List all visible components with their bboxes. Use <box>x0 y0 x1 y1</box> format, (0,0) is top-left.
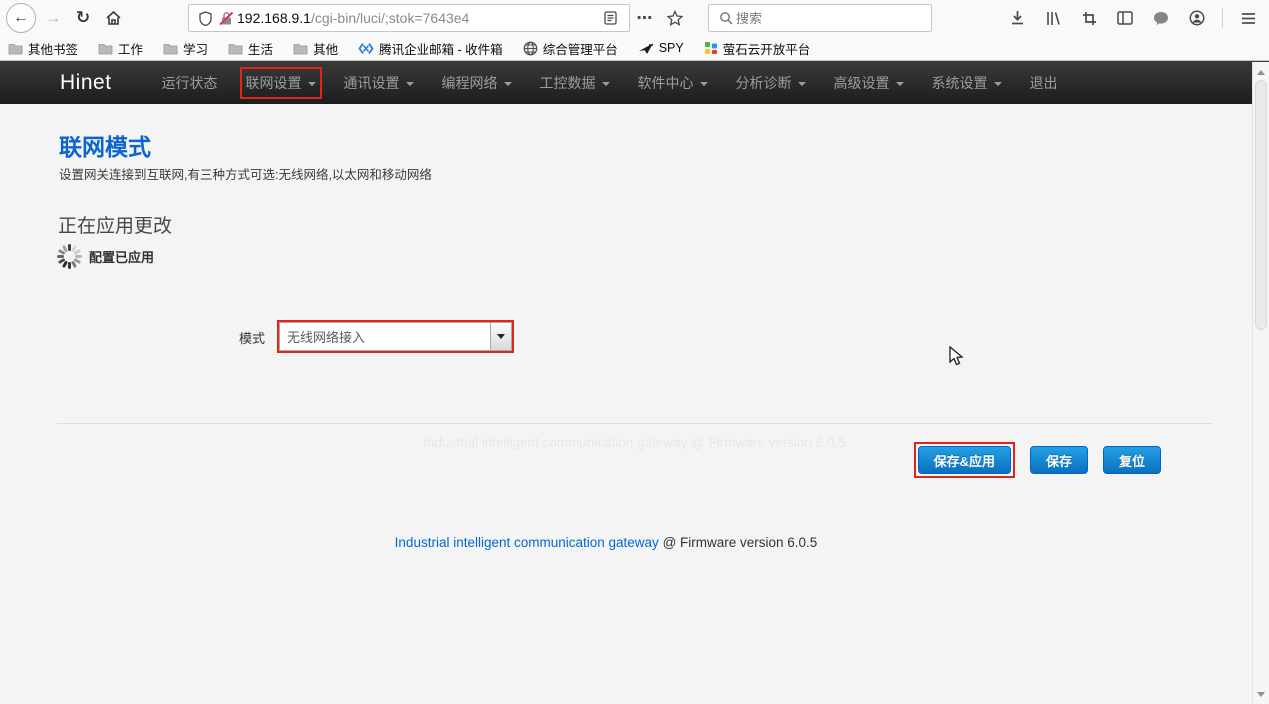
nav-item-system-settings[interactable]: 系统设置 <box>932 73 1002 93</box>
folder-icon <box>8 42 23 55</box>
chevron-down-icon <box>308 82 316 86</box>
bookmark-ezviz[interactable]: 萤石云开放平台 <box>704 39 811 58</box>
ezviz-grid-icon <box>704 41 718 55</box>
broken-lock-icon[interactable] <box>215 5 237 31</box>
bookmark-work[interactable]: 工作 <box>98 39 143 58</box>
page-footer: Industrial intelligent communication gat… <box>0 535 1212 550</box>
bookmark-misc[interactable]: 其他 <box>293 39 338 58</box>
bookmark-management-platform[interactable]: 综合管理平台 <box>523 39 618 58</box>
apply-status-row: 配置已应用 <box>56 243 154 270</box>
mode-select-annotation: 无线网络接入 <box>277 320 514 353</box>
page-actions-icon[interactable]: ⋯ <box>630 3 660 33</box>
action-buttons: 保存&应用 保存 复位 <box>914 442 1161 478</box>
mode-label: 模式 <box>180 328 265 347</box>
mode-select-value: 无线网络接入 <box>280 323 490 350</box>
download-icon[interactable] <box>1004 5 1030 31</box>
library-icon[interactable] <box>1040 5 1066 31</box>
menu-icon[interactable] <box>1235 5 1261 31</box>
forward-button[interactable]: → <box>38 3 68 33</box>
page-subtitle: 设置网关连接到互联网,有三种方式可选:无线网络,以太网和移动网络 <box>59 164 432 183</box>
back-button[interactable]: ← <box>6 3 36 33</box>
save-button[interactable]: 保存 <box>1030 446 1088 474</box>
url-host: 192.168.9.1 <box>237 10 311 26</box>
page-title: 联网模式 <box>59 128 151 162</box>
chevron-down-icon <box>497 334 505 339</box>
home-button[interactable] <box>98 3 128 33</box>
bookmark-star-icon[interactable] <box>660 3 690 33</box>
mode-select[interactable]: 无线网络接入 <box>279 322 512 351</box>
account-icon[interactable] <box>1184 5 1210 31</box>
folder-icon <box>163 42 178 55</box>
reset-button[interactable]: 复位 <box>1103 446 1161 474</box>
home-icon <box>105 10 122 26</box>
chevron-down-icon <box>406 82 414 86</box>
folder-icon <box>293 42 308 55</box>
chevron-down-icon <box>896 82 904 86</box>
gateway-link[interactable]: Industrial intelligent communication gat… <box>395 535 659 550</box>
bookmarks-bar: 其他书签 工作 学习 生活 其他 腾讯企业邮箱 - 收件箱 综合管理平台 SPY… <box>0 36 1269 61</box>
section-divider <box>57 423 1213 424</box>
nav-item-industrial-data[interactable]: 工控数据 <box>540 73 610 93</box>
scroll-down-icon[interactable] <box>1253 686 1269 702</box>
firmware-version: @ Firmware version 6.0.5 <box>659 535 818 550</box>
chevron-down-icon <box>700 82 708 86</box>
search-icon <box>716 5 736 31</box>
chevron-down-icon <box>602 82 610 86</box>
save-apply-annotation: 保存&应用 <box>914 442 1015 478</box>
nav-item-software-center[interactable]: 软件中心 <box>638 73 708 93</box>
browser-toolbar: ← → ↻ 192.168.9.1 /cgi-bin/luci/;stok=76… <box>0 0 1269 36</box>
spy-bird-icon <box>638 42 654 55</box>
search-bar[interactable] <box>708 4 932 32</box>
save-apply-button[interactable]: 保存&应用 <box>918 446 1011 474</box>
applying-changes-heading: 正在应用更改 <box>58 211 172 238</box>
refresh-button[interactable]: ↻ <box>68 3 98 33</box>
screenshot-icon[interactable] <box>1076 5 1102 31</box>
search-input[interactable] <box>736 11 896 26</box>
nav-item-programming-network[interactable]: 编程网络 <box>442 73 512 93</box>
chevron-down-icon <box>994 82 1002 86</box>
scroll-up-icon[interactable] <box>1253 64 1269 80</box>
loading-spinner-icon <box>56 243 83 270</box>
scrollbar-thumb[interactable] <box>1255 80 1267 330</box>
sidebar-icon[interactable] <box>1112 5 1138 31</box>
bookmark-tencent-mail[interactable]: 腾讯企业邮箱 - 收件箱 <box>358 39 503 58</box>
nav-item-analysis-diagnosis[interactable]: 分析诊断 <box>736 73 806 93</box>
bookmark-other-bookmarks[interactable]: 其他书签 <box>8 39 78 58</box>
page-content: 联网模式 设置网关连接到互联网,有三种方式可选:无线网络,以太网和移动网络 正在… <box>0 104 1269 704</box>
folder-icon <box>228 42 243 55</box>
nav-item-logout[interactable]: 退出 <box>1030 73 1058 93</box>
mouse-cursor <box>946 346 966 368</box>
chevron-down-icon <box>798 82 806 86</box>
chevron-down-icon <box>504 82 512 86</box>
site-navbar: Hinet 运行状态 联网设置 通讯设置 编程网络 工控数据 软件中心 分析诊断… <box>0 61 1269 104</box>
shield-icon[interactable] <box>195 5 215 31</box>
config-applied-status: 配置已应用 <box>89 247 154 266</box>
nav-item-advanced-settings[interactable]: 高级设置 <box>834 73 904 93</box>
page-scrollbar[interactable] <box>1252 62 1269 704</box>
reader-mode-icon[interactable] <box>597 5 623 31</box>
nav-item-status[interactable]: 运行状态 <box>162 73 218 93</box>
bookmark-study[interactable]: 学习 <box>163 39 208 58</box>
globe-icon <box>523 41 538 56</box>
bookmark-life[interactable]: 生活 <box>228 39 273 58</box>
brand-logo[interactable]: Hinet <box>60 71 112 95</box>
nav-item-comm-settings[interactable]: 通讯设置 <box>344 73 414 93</box>
nav-item-network-settings[interactable]: 联网设置 <box>246 73 316 93</box>
messenger-icon[interactable] <box>1148 5 1174 31</box>
toolbar-separator <box>1222 8 1223 28</box>
tencent-mail-icon <box>358 42 374 55</box>
url-bar[interactable]: 192.168.9.1 /cgi-bin/luci/;stok=7643e4 <box>188 4 630 32</box>
select-dropdown-button[interactable] <box>490 323 511 350</box>
bookmark-spy[interactable]: SPY <box>638 41 684 55</box>
folder-icon <box>98 42 113 55</box>
url-path: /cgi-bin/luci/;stok=7643e4 <box>311 10 597 26</box>
